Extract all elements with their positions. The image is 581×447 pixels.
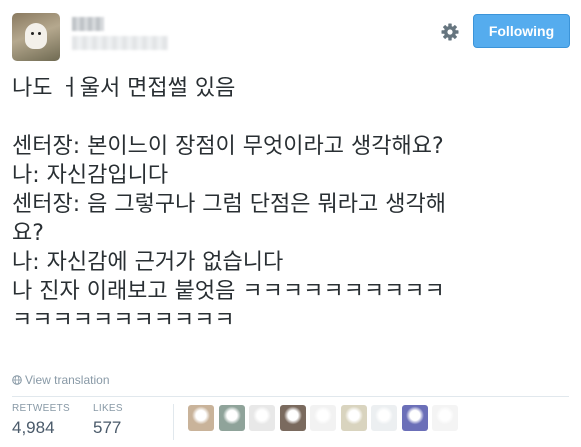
user-handle-redacted[interactable] xyxy=(72,36,168,50)
likes-stat[interactable]: LIKES 577 xyxy=(93,403,123,441)
tweet-line: 나 진자 이래보고 붙엇음 ㅋㅋㅋㅋㅋㅋㅋㅋㅋㅋ xyxy=(12,279,445,304)
liker-avatar[interactable] xyxy=(402,405,428,431)
likes-count: 577 xyxy=(93,418,122,437)
likes-label: LIKES xyxy=(93,403,123,414)
view-translation-label: View translation xyxy=(25,373,110,387)
retweets-stat[interactable]: RETWEETS 4,984 xyxy=(12,403,70,441)
liker-avatar[interactable] xyxy=(188,405,214,431)
liker-avatar[interactable] xyxy=(280,405,306,431)
liker-avatar[interactable] xyxy=(310,405,336,431)
user-avatar[interactable] xyxy=(12,13,60,61)
tweet-line: 나: 자신감에 근거가 없습니다 xyxy=(12,250,284,275)
user-name-redacted[interactable] xyxy=(72,17,104,31)
tweet-text: 나도 ㅓ울서 면접썰 있음 센터장: 본이느이 장점이 무엇이라고 생각해요? … xyxy=(12,74,577,364)
liker-avatar[interactable] xyxy=(249,405,275,431)
tweet-line: 센터장: 음 그렇구나 그럼 단점은 뭐라고 생각해 xyxy=(12,192,446,217)
retweets-label: RETWEETS xyxy=(12,403,70,414)
tweet-line: ㅋㅋㅋㅋㅋㅋㅋㅋㅋㅋㅋ xyxy=(12,308,235,333)
avatar-dog-image xyxy=(25,23,47,49)
following-button[interactable]: Following xyxy=(473,14,570,48)
tweet-line: 센터장: 본이느이 장점이 무엇이라고 생각해요? xyxy=(12,134,444,159)
liker-avatar[interactable] xyxy=(371,405,397,431)
liker-avatar[interactable] xyxy=(341,405,367,431)
tweet-line: 나도 ㅓ울서 면접썰 있음 xyxy=(12,76,236,101)
gear-icon[interactable] xyxy=(440,22,460,42)
globe-icon xyxy=(12,373,22,385)
stats-divider xyxy=(12,396,569,397)
tweet-line: 요? xyxy=(12,221,44,246)
liker-avatar[interactable] xyxy=(432,405,458,431)
retweets-count: 4,984 xyxy=(12,418,55,437)
liker-avatar[interactable] xyxy=(219,405,245,431)
stats-separator xyxy=(173,404,174,440)
view-translation-link[interactable]: View translation xyxy=(12,372,110,388)
tweet-line: 나: 자신감입니다 xyxy=(12,163,169,188)
